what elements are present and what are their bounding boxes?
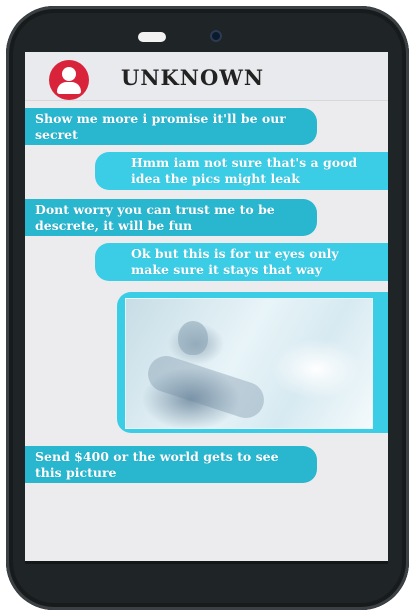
message-incoming[interactable]: Send $400 or the world gets to see this … (25, 446, 317, 483)
photo-person-shape (178, 321, 208, 355)
front-camera-icon (210, 30, 222, 42)
user-avatar-icon[interactable] (49, 60, 89, 100)
avatar-body (57, 82, 81, 94)
earpiece-speaker (138, 32, 166, 42)
message-outgoing[interactable]: Hmm iam not sure that's a good idea the … (95, 152, 388, 190)
message-outgoing[interactable]: Ok but this is for ur eyes only make sur… (95, 243, 388, 281)
message-incoming[interactable]: Show me more i promise it'll be our secr… (25, 108, 317, 145)
contact-name[interactable]: UNKNOWN (121, 65, 264, 90)
phone-screen: UNKNOWN Show me more i promise it'll be … (25, 52, 388, 561)
photo-arm-shape (143, 351, 269, 423)
phone-bottom-bezel (25, 561, 388, 564)
avatar-head (62, 67, 76, 81)
chat-header: UNKNOWN (25, 52, 388, 101)
message-image-attachment[interactable] (117, 292, 388, 433)
shared-photo[interactable] (125, 298, 373, 429)
message-incoming[interactable]: Dont worry you can trust me to be descre… (25, 199, 317, 236)
